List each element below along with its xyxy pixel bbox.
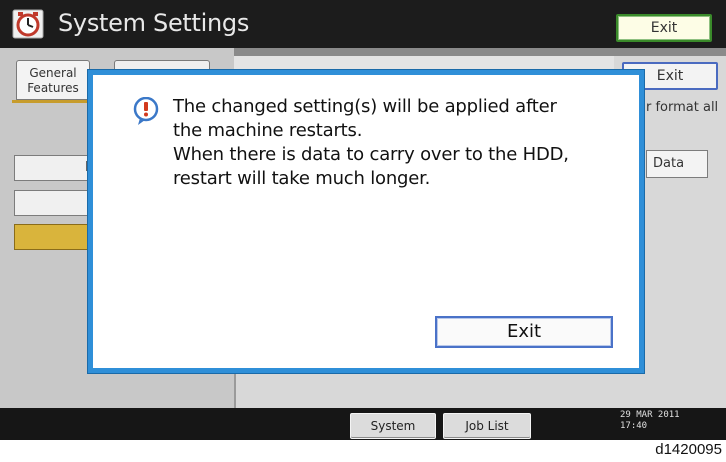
date-display: 29 MAR 2011 — [620, 410, 680, 420]
dialog-message-line-1: The changed setting(s) will be applied a… — [173, 96, 557, 117]
dialog-exit-button[interactable]: Exit — [435, 316, 613, 348]
tab-general-label-line1: General — [29, 66, 77, 80]
system-status-button[interactable]: System Status — [350, 413, 436, 439]
clock-settings-icon — [12, 9, 44, 39]
top-exit-button[interactable]: Exit — [616, 14, 712, 42]
device-screen: System Settings Exit General Features F … — [0, 0, 726, 440]
background-header-strip — [234, 56, 614, 70]
tab-general-label-line2: Features — [27, 81, 79, 95]
time-display: 17:40 — [620, 421, 648, 431]
dialog-message-line-4: restart will take much longer. — [173, 168, 431, 189]
background-data-button[interactable]: Data — [646, 150, 708, 178]
info-alert-icon — [133, 97, 159, 125]
figure-id-label: d1420095 — [655, 441, 722, 458]
bottom-status-bar: System Status Job List 29 MAR 2011 17:40 — [0, 408, 726, 440]
dialog-message: The changed setting(s) will be applied a… — [173, 95, 633, 191]
date-time-display: 29 MAR 2011 17:40 — [620, 410, 680, 432]
dialog-message-line-3: When there is data to carry over to the … — [173, 144, 569, 165]
job-list-button[interactable]: Job List — [443, 413, 531, 439]
dialog-message-line-2: the machine restarts. — [173, 120, 363, 141]
tab-general-features[interactable]: General Features — [16, 60, 90, 100]
restart-notice-dialog: The changed setting(s) will be applied a… — [88, 70, 644, 373]
title-bar: System Settings Exit — [0, 0, 726, 48]
page-title: System Settings — [58, 9, 250, 37]
background-format-text: r format all — [646, 100, 719, 115]
